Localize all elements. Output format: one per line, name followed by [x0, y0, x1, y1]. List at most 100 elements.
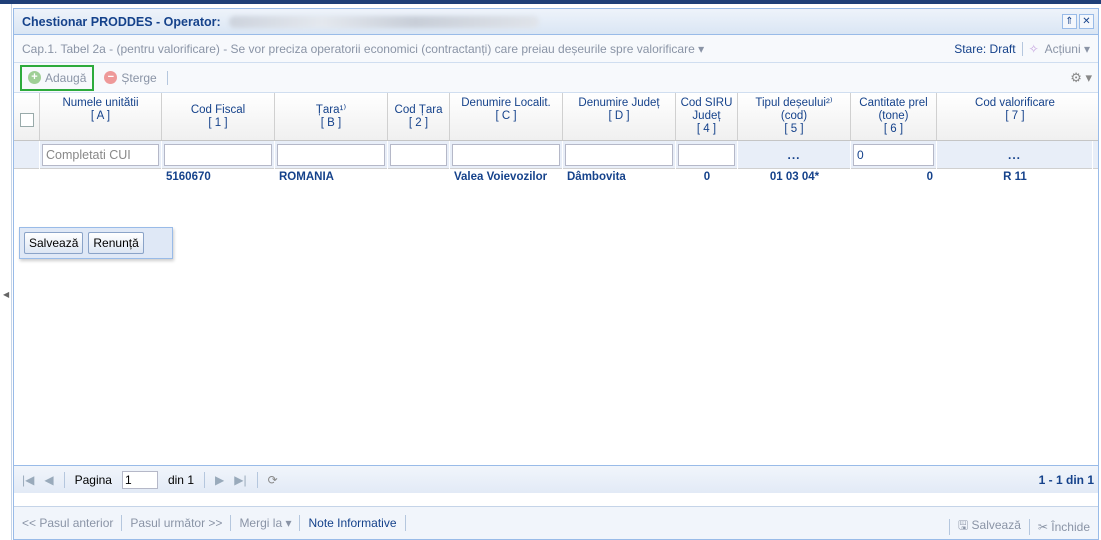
divider — [299, 515, 301, 531]
select-all-checkbox[interactable] — [19, 113, 34, 127]
minus-circle-icon: − — [104, 71, 118, 84]
actions-menu[interactable]: Acțiuni ▾ — [1045, 42, 1090, 56]
cell-county: Dâmbovita — [567, 171, 626, 183]
divider — [63, 471, 65, 488]
data-grid: Numele unitătii[ A ] Cod Fiscal[ 1 ] Țar… — [14, 93, 1098, 187]
row-editor: Completati CUI ... 0 ... — [14, 140, 1098, 169]
add-button-label: Adaugă — [45, 70, 87, 85]
redacted-operator-name — [228, 15, 539, 28]
cell-siruta: 0 — [703, 171, 711, 183]
cell-fiscal-code: 5160670 — [166, 171, 211, 183]
fiscal-code-input[interactable] — [164, 143, 272, 166]
notes-button[interactable]: Note Informative — [308, 516, 396, 530]
col-header-county[interactable]: Denumire Județ[ D ] — [563, 93, 676, 140]
paging-toolbar: |◀ ◀ Pagina 1 din 1 ▶ ▶| ⟳ 1 - 1 din 1 — [14, 465, 1098, 493]
grid-header-row: Numele unitătii[ A ] Cod Fiscal[ 1 ] Țar… — [14, 93, 1098, 141]
editor-cell-unit-name: Completati CUI — [40, 140, 162, 169]
first-page-icon[interactable]: |◀ — [22, 473, 34, 487]
cui-input[interactable]: Completati CUI — [42, 143, 159, 166]
col-header-recovery-code[interactable]: Cod valorificare[ 7 ] — [937, 93, 1093, 140]
chapter-selector[interactable]: Cap.1. Tabel 2a - (pentru valorificare) … — [22, 42, 704, 56]
editor-cell-county — [563, 140, 676, 169]
editor-cell-fiscal-code — [162, 140, 275, 169]
left-collapse-strip[interactable]: ◀ — [0, 4, 12, 540]
cell-recovery-code: R 11 — [1003, 171, 1027, 183]
editor-cell-country — [275, 140, 388, 169]
divider — [204, 471, 205, 488]
chevrons-up-icon[interactable]: ⇑ — [1062, 14, 1077, 29]
country-input[interactable] — [277, 143, 385, 166]
goto-menu[interactable]: Mergi la ▾ — [239, 516, 291, 530]
col-header-waste-type[interactable]: Tipul deșeului²⁾ (cod)[ 5 ] — [738, 93, 851, 140]
divider — [256, 471, 258, 488]
wizard-footer: << Pasul anterior Pasul următor >> Mergi… — [14, 506, 1098, 539]
save-footer-button[interactable]: 🖫 Salvează — [958, 516, 1021, 537]
row-editor-buttons: Salvează Renunță — [19, 227, 173, 259]
divider — [948, 518, 950, 535]
country-code-input[interactable] — [390, 143, 447, 166]
window-title: Chestionar PRODDES - Operator: — [22, 14, 221, 29]
delete-button[interactable]: − Șterge — [104, 70, 168, 85]
editor-cell-quantity: 0 — [851, 140, 937, 169]
editor-cell-locality — [450, 140, 563, 169]
close-footer-button[interactable]: ✂ Închide — [1038, 520, 1090, 534]
grid-toolbar: + Adaugă − Șterge ⚙ ▾ — [14, 63, 1098, 93]
gear-icon[interactable]: ⚙ ▾ — [1070, 70, 1092, 86]
questionnaire-window: Chestionar PRODDES - Operator: ⇑ ✕ Cap.1… — [13, 8, 1099, 540]
status-label: Stare: Draft — [954, 42, 1016, 56]
county-input[interactable] — [565, 143, 673, 166]
locality-input[interactable] — [452, 143, 560, 166]
cell-country-code — [388, 169, 450, 187]
delete-button-label: Șterge — [121, 70, 157, 85]
last-page-icon[interactable]: ▶| — [234, 473, 246, 487]
quantity-input[interactable]: 0 — [853, 143, 934, 166]
editor-cell-siruta — [676, 140, 738, 169]
cell-waste-code: 01 03 04* — [769, 171, 820, 183]
close-icon[interactable]: ✕ — [1079, 14, 1094, 29]
divider — [404, 515, 406, 531]
cell-country: ROMANIA — [279, 171, 334, 183]
chapter-bar: Cap.1. Tabel 2a - (pentru valorificare) … — [14, 35, 1098, 63]
next-step-button[interactable]: Pasul următor >> — [130, 516, 222, 530]
page-label: Pagina — [74, 472, 112, 487]
cell-unit-name — [40, 169, 162, 187]
col-header-locality[interactable]: Denumire Localit.[ C ] — [450, 93, 563, 140]
col-header-quantity[interactable]: Cantitate prel (tone)[ 6 ] — [851, 93, 937, 140]
floppy-icon: 🖫 — [957, 518, 969, 532]
page-number-input[interactable]: 1 — [121, 470, 158, 489]
editor-spacer — [14, 140, 40, 169]
divider — [1021, 42, 1023, 56]
top-accent-line — [0, 0, 1101, 4]
col-header-siruta[interactable]: Cod SIRU Județ[ 4 ] — [676, 93, 738, 140]
prev-page-icon[interactable]: ◀ — [44, 473, 53, 487]
col-header-unit-name[interactable]: Numele unitătii[ A ] — [40, 93, 162, 140]
save-row-button[interactable]: Salvează — [24, 232, 84, 254]
plus-circle-icon: + — [28, 71, 41, 84]
table-row[interactable]: 5160670 ROMANIA Valea Voievozilor Dâmbov… — [14, 169, 1098, 187]
col-header-country[interactable]: Țara¹⁾[ B ] — [275, 93, 388, 140]
select-all-column — [14, 93, 40, 140]
editor-cell-waste-type: ... — [738, 140, 851, 169]
collapse-arrow-icon[interactable]: ◀ — [3, 290, 9, 299]
cancel-row-button[interactable]: Renunță — [88, 232, 144, 254]
sparkle-icon: ✧ — [1028, 42, 1039, 56]
divider — [121, 515, 123, 531]
cell-locality: Valea Voievozilor — [454, 171, 548, 183]
recovery-code-picker[interactable]: ... — [939, 148, 1090, 162]
editor-cell-country-code — [388, 140, 450, 169]
page-total: din 1 — [167, 472, 194, 487]
waste-type-picker[interactable]: ... — [740, 148, 848, 162]
next-page-icon[interactable]: ▶ — [215, 473, 224, 487]
editor-cell-recovery-code: ... — [937, 140, 1093, 169]
window-titlebar: Chestionar PRODDES - Operator: ⇑ ✕ — [14, 9, 1098, 35]
refresh-icon[interactable]: ⟳ — [268, 473, 278, 487]
col-header-fiscal-code[interactable]: Cod Fiscal[ 1 ] — [162, 93, 275, 140]
divider — [166, 70, 168, 85]
prev-step-button[interactable]: << Pasul anterior — [22, 516, 113, 530]
scissors-icon: ✂ — [1037, 519, 1048, 534]
siruta-input[interactable] — [678, 143, 735, 166]
divider — [1028, 518, 1030, 535]
record-count: 1 - 1 din 1 — [1038, 473, 1094, 487]
add-button[interactable]: + Adaugă — [20, 64, 95, 91]
col-header-country-code[interactable]: Cod Țara[ 2 ] — [388, 93, 450, 140]
